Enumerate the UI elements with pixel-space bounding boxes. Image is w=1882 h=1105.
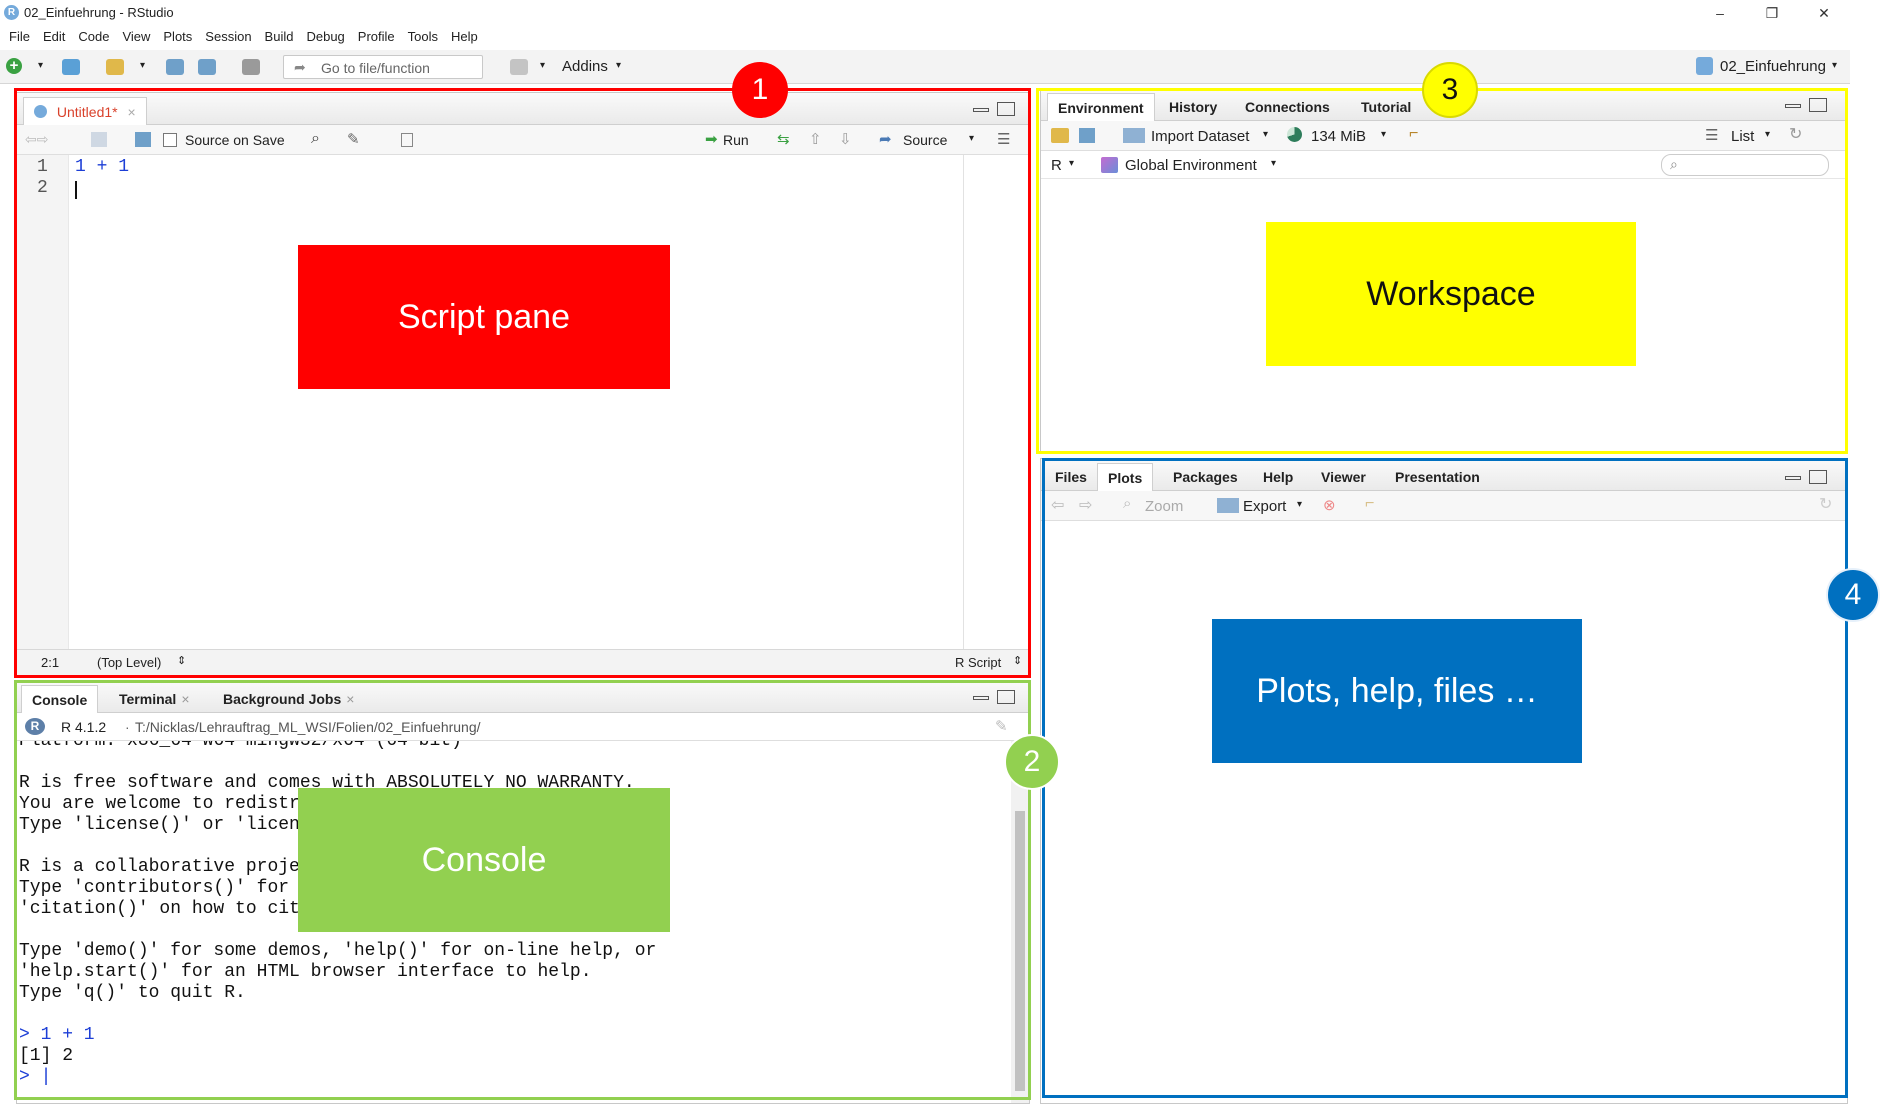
menu-view[interactable]: View	[119, 26, 160, 48]
chevron-down-icon[interactable]: ▾	[1832, 60, 1837, 71]
goto-file-placeholder: Go to file/function	[321, 60, 430, 76]
chevron-down-icon[interactable]: ▾	[616, 60, 621, 71]
menu-file[interactable]: File	[6, 26, 40, 48]
menu-tools[interactable]: Tools	[405, 26, 448, 48]
console-label: Console	[298, 788, 670, 932]
save-icon[interactable]	[166, 59, 184, 75]
new-project-icon[interactable]	[62, 59, 80, 75]
chevron-down-icon[interactable]: ▾	[540, 60, 545, 71]
menu-build[interactable]: Build	[262, 26, 304, 48]
number-badge-2: 2	[1004, 734, 1060, 790]
menu-profile[interactable]: Profile	[355, 26, 405, 48]
save-all-icon[interactable]	[198, 59, 216, 75]
print-icon[interactable]	[242, 59, 260, 75]
menu-help[interactable]: Help	[448, 26, 488, 48]
menu-bar: File Edit Code View Plots Session Build …	[0, 26, 1850, 48]
window-title: 02_Einfuehrung - RStudio	[24, 5, 174, 20]
number-badge-1: 1	[732, 62, 788, 118]
menu-plots[interactable]: Plots	[160, 26, 202, 48]
rstudio-logo-icon: R	[4, 5, 19, 20]
chevron-down-icon[interactable]: ▾	[140, 60, 145, 71]
project-icon	[1696, 57, 1713, 75]
restore-button[interactable]: ❐	[1752, 2, 1792, 24]
script-pane-label: Script pane	[298, 245, 670, 389]
menu-debug[interactable]: Debug	[303, 26, 354, 48]
main-toolbar: + ▾ ▾ ➦ Go to file/function ▾ Addins ▾ 0…	[0, 50, 1850, 84]
number-badge-4: 4	[1826, 568, 1880, 622]
project-menu[interactable]: 02_Einfuehrung	[1720, 58, 1826, 75]
menu-edit[interactable]: Edit	[40, 26, 75, 48]
open-folder-icon[interactable]	[106, 59, 124, 75]
plots-help-files-label: Plots, help, files …	[1212, 619, 1582, 763]
goto-arrow-icon: ➦	[294, 59, 306, 75]
minimize-button[interactable]: –	[1700, 2, 1740, 24]
workspace-label: Workspace	[1266, 222, 1636, 366]
plots-pane-outline	[1042, 458, 1848, 1098]
close-button[interactable]: ✕	[1804, 2, 1844, 24]
new-file-icon[interactable]: +	[6, 58, 22, 74]
addins-menu[interactable]: Addins	[562, 58, 608, 75]
chevron-down-icon[interactable]: ▾	[38, 60, 43, 71]
grid-layout-icon[interactable]	[510, 59, 528, 75]
menu-session[interactable]: Session	[202, 26, 261, 48]
goto-file-input[interactable]: ➦ Go to file/function	[283, 55, 483, 79]
menu-code[interactable]: Code	[75, 26, 119, 48]
number-badge-3: 3	[1422, 62, 1478, 118]
title-bar: R 02_Einfuehrung - RStudio – ❐ ✕	[0, 0, 1850, 26]
